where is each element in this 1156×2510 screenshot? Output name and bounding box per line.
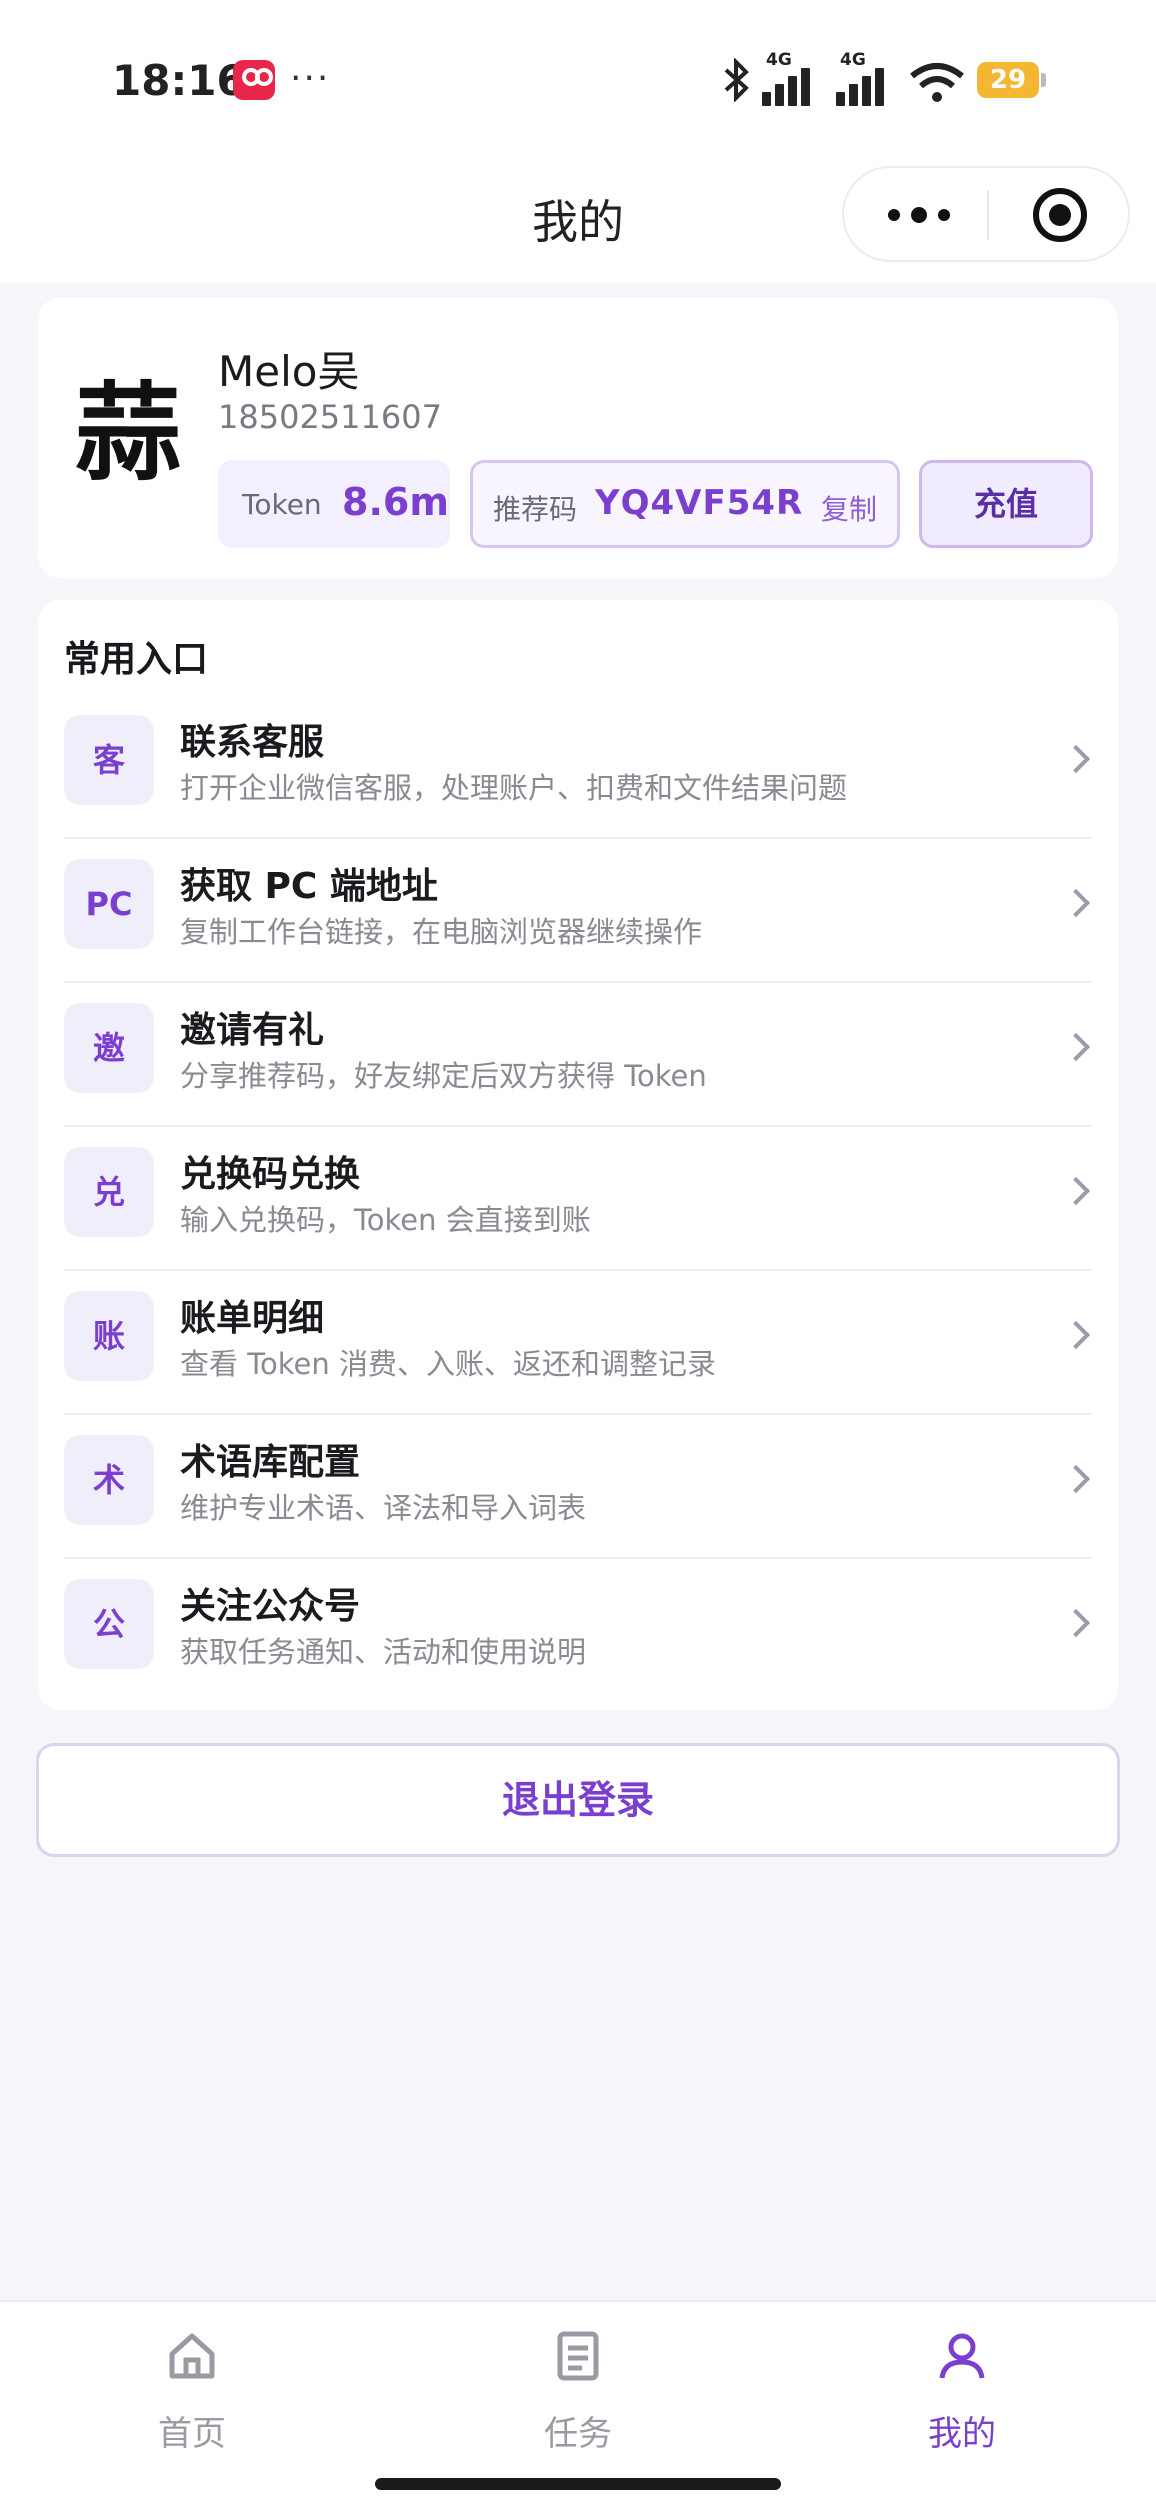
official-account-icon: 公 <box>64 1579 154 1669</box>
status-more-icon: ··· <box>290 58 331 99</box>
capsule-divider <box>987 190 989 240</box>
referral-code: YQ4VF54R <box>595 483 804 523</box>
referral-code-box: 推荐码 YQ4VF54R 复制 <box>470 460 900 548</box>
chevron-right-icon <box>1061 1176 1091 1206</box>
entry-title: 联系客服 <box>180 722 325 763</box>
avatar[interactable]: 蒜 <box>68 373 188 493</box>
tab-home[interactable]: 首页 <box>92 2330 292 2454</box>
referral-label: 推荐码 <box>493 493 578 526</box>
entries-list: 客 联系客服 打开企业微信客服，处理账户、扣费和文件结果问题 PC 获取 PC … <box>64 695 1092 1703</box>
home-indicator[interactable] <box>375 2478 781 2490</box>
chevron-right-icon <box>1061 744 1091 774</box>
more-options-icon[interactable] <box>884 200 954 230</box>
entry-title: 关注公众号 <box>180 1586 361 1627</box>
entry-subtitle: 输入兑换码，Token 会直接到账 <box>180 1203 591 1237</box>
tab-tasks-label: 任务 <box>544 2414 612 2454</box>
tab-tasks[interactable]: 任务 <box>478 2330 678 2454</box>
entry-subtitle: 打开企业微信客服，处理账户、扣费和文件结果问题 <box>180 771 848 805</box>
section-title: 常用入口 <box>64 639 209 680</box>
tab-home-label: 首页 <box>158 2414 226 2454</box>
entry-glossary[interactable]: 术 术语库配置 维护专业术语、译法和导入词表 <box>64 1415 1092 1559</box>
entry-title: 兑换码兑换 <box>180 1154 361 1195</box>
token-value: 8.6m <box>342 480 449 524</box>
entry-subtitle: 分享推荐码，好友绑定后双方获得 Token <box>180 1059 707 1093</box>
tab-mine-label: 我的 <box>928 2414 996 2454</box>
bluetooth-icon <box>724 58 749 102</box>
support-icon: 客 <box>64 715 154 805</box>
wifi-icon <box>910 63 964 102</box>
clipboard-icon <box>557 2331 599 2381</box>
profile-card: 蒜 Melo吴 18502511607 Token 8.6m 推荐码 YQ4VF… <box>38 298 1118 578</box>
miniprogram-capsule <box>842 166 1130 262</box>
close-miniprogram-icon[interactable] <box>1033 188 1087 242</box>
glossary-icon: 术 <box>64 1435 154 1525</box>
chevron-right-icon <box>1061 1320 1091 1350</box>
battery-icon: 29 <box>977 62 1046 98</box>
tab-mine[interactable]: 我的 <box>862 2330 1062 2454</box>
entry-subtitle: 查看 Token 消费、入账、返还和调整记录 <box>180 1347 716 1381</box>
nav-bar: 我的 <box>0 150 1156 282</box>
recharge-button[interactable]: 充值 <box>919 460 1093 548</box>
entry-contact-support[interactable]: 客 联系客服 打开企业微信客服，处理账户、扣费和文件结果问题 <box>64 695 1092 839</box>
chevron-right-icon <box>1061 888 1091 918</box>
status-bar: 18:16 ··· 4G 4G 29 <box>0 0 1156 150</box>
chevron-right-icon <box>1061 1464 1091 1494</box>
redeem-icon: 兑 <box>64 1147 154 1237</box>
entry-title: 账单明细 <box>180 1298 325 1339</box>
entry-pc-address[interactable]: PC 获取 PC 端地址 复制工作台链接，在电脑浏览器继续操作 <box>64 839 1092 983</box>
invite-icon: 邀 <box>64 1003 154 1093</box>
status-time: 18:16 <box>112 56 246 105</box>
entry-title: 获取 PC 端地址 <box>180 866 438 907</box>
user-name: Melo吴 <box>218 347 360 396</box>
notification-app-icon <box>233 60 275 100</box>
entry-invite[interactable]: 邀 邀请有礼 分享推荐码，好友绑定后双方获得 Token <box>64 983 1092 1127</box>
entry-subtitle: 复制工作台链接，在电脑浏览器继续操作 <box>180 915 703 949</box>
token-balance: Token 8.6m <box>218 460 450 548</box>
chevron-right-icon <box>1061 1032 1091 1062</box>
entry-redeem-code[interactable]: 兑 兑换码兑换 输入兑换码，Token 会直接到账 <box>64 1127 1092 1271</box>
billing-icon: 账 <box>64 1291 154 1381</box>
entry-title: 术语库配置 <box>180 1442 361 1483</box>
entry-subtitle: 维护专业术语、译法和导入词表 <box>180 1491 587 1525</box>
copy-referral-button[interactable]: 复制 <box>821 488 877 528</box>
pc-icon: PC <box>64 859 154 949</box>
logout-button[interactable]: 退出登录 <box>36 1743 1120 1857</box>
entry-follow-account[interactable]: 公 关注公众号 获取任务通知、活动和使用说明 <box>64 1559 1092 1703</box>
token-label: Token <box>242 488 322 521</box>
status-indicators: 4G 4G 29 <box>722 50 1052 108</box>
entry-title: 邀请有礼 <box>180 1010 325 1051</box>
user-icon <box>939 2333 985 2379</box>
entry-billing[interactable]: 账 账单明细 查看 Token 消费、入账、返还和调整记录 <box>64 1271 1092 1415</box>
user-phone: 18502511607 <box>218 398 442 436</box>
common-entries-card: 常用入口 客 联系客服 打开企业微信客服，处理账户、扣费和文件结果问题 PC 获… <box>38 600 1118 1710</box>
chevron-right-icon <box>1061 1608 1091 1638</box>
home-icon <box>169 2333 215 2379</box>
entry-subtitle: 获取任务通知、活动和使用说明 <box>180 1635 587 1669</box>
